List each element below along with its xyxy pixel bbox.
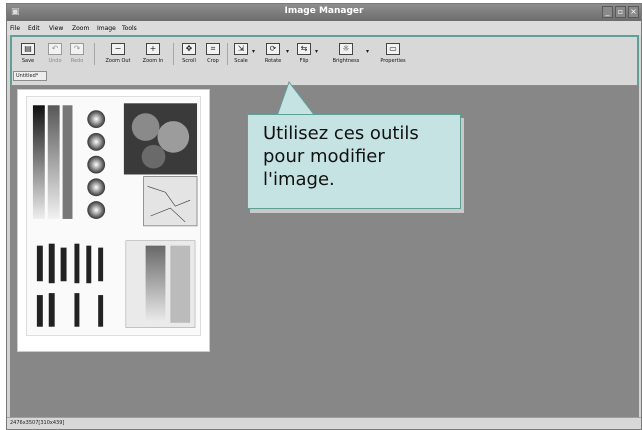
flip-dropdown-arrow-icon[interactable]: ▾ [315, 48, 318, 55]
rotate-icon: ⟳ [266, 43, 280, 55]
zoom-out-icon: − [111, 43, 125, 55]
save-label: Save [21, 58, 35, 64]
crop-label: Crop [207, 58, 219, 64]
redo-button[interactable]: ↷ Redo [67, 43, 87, 64]
toolbar-separator [94, 43, 95, 65]
maximize-button[interactable]: ▫ [615, 6, 626, 18]
callout-text: Utilisez ces outils pour modifier l'imag… [263, 122, 419, 191]
undo-label: Undo [48, 58, 62, 64]
instruction-callout: Utilisez ces outils pour modifier l'imag… [247, 114, 461, 209]
zoom-out-button[interactable]: − Zoom Out [103, 43, 133, 64]
menu-tools[interactable]: Tools [122, 25, 137, 32]
save-button[interactable]: ▤ Save [18, 43, 38, 64]
redo-icon: ↷ [70, 43, 84, 55]
rotate-dropdown-arrow-icon[interactable]: ▾ [286, 48, 289, 55]
menu-zoom[interactable]: Zoom [72, 25, 89, 32]
brightness-button[interactable]: ☼ Brightness [328, 43, 364, 64]
scale-icon: ⇲ [234, 43, 248, 55]
menu-image[interactable]: Image [97, 25, 116, 32]
properties-icon: ▭ [386, 43, 400, 55]
rotate-button[interactable]: ⟳ Rotate [261, 43, 285, 64]
scroll-label: Scroll [182, 58, 196, 64]
undo-icon: ↶ [48, 43, 62, 55]
properties-label: Properties [380, 58, 406, 64]
menu-file[interactable]: File [10, 25, 20, 32]
window-controls: _ ▫ × [602, 6, 639, 18]
window-title: Image Manager [284, 6, 364, 16]
test-chart-image [26, 96, 201, 336]
document-tab[interactable]: Untitled* [13, 71, 47, 81]
scale-button[interactable]: ⇲ Scale [230, 43, 252, 64]
image-manager-window: ▣ Image Manager _ ▫ × File Edit View Zoo… [6, 3, 642, 430]
flip-button[interactable]: ⇆ Flip [294, 43, 314, 64]
rotate-label: Rotate [264, 58, 282, 64]
floppy-disk-icon: ▤ [21, 43, 35, 55]
toolbar-separator [173, 43, 174, 65]
zoom-in-icon: + [146, 43, 160, 55]
menu-view[interactable]: View [49, 25, 63, 32]
toolbar-separator [227, 43, 228, 65]
close-button[interactable]: × [628, 6, 639, 18]
brightness-dropdown-arrow-icon[interactable]: ▾ [366, 48, 369, 55]
redo-label: Redo [70, 58, 84, 64]
image-thumbnail [17, 89, 210, 352]
zoom-in-button[interactable]: + Zoom In [138, 43, 168, 64]
minimize-button[interactable]: _ [602, 6, 613, 18]
flip-label: Flip [299, 58, 309, 64]
scroll-hand-icon: ✥ [182, 43, 196, 55]
properties-button[interactable]: ▭ Properties [375, 43, 411, 64]
brightness-label: Brightness [332, 58, 360, 64]
scroll-button[interactable]: ✥ Scroll [178, 43, 200, 64]
callout-line: l'image. [263, 169, 335, 190]
zoom-in-label: Zoom In [142, 58, 164, 64]
crop-button[interactable]: ⌗ Crop [203, 43, 223, 64]
callout-line: pour modifier [263, 146, 385, 167]
brightness-icon: ☼ [339, 43, 353, 55]
callout-line: Utilisez ces outils [263, 123, 419, 144]
undo-button[interactable]: ↶ Undo [45, 43, 65, 64]
scale-dropdown-arrow-icon[interactable]: ▾ [252, 48, 255, 55]
menu-edit[interactable]: Edit [28, 25, 40, 32]
scale-label: Scale [234, 58, 248, 64]
title-bar[interactable]: ▣ Image Manager _ ▫ × [7, 4, 641, 21]
flip-icon: ⇆ [297, 43, 311, 55]
crop-icon: ⌗ [206, 43, 220, 55]
status-bar: 2476x3507[310x439] [7, 417, 641, 429]
zoom-out-label: Zoom Out [105, 58, 131, 64]
menu-bar: File Edit View Zoom Image Tools [7, 21, 641, 35]
